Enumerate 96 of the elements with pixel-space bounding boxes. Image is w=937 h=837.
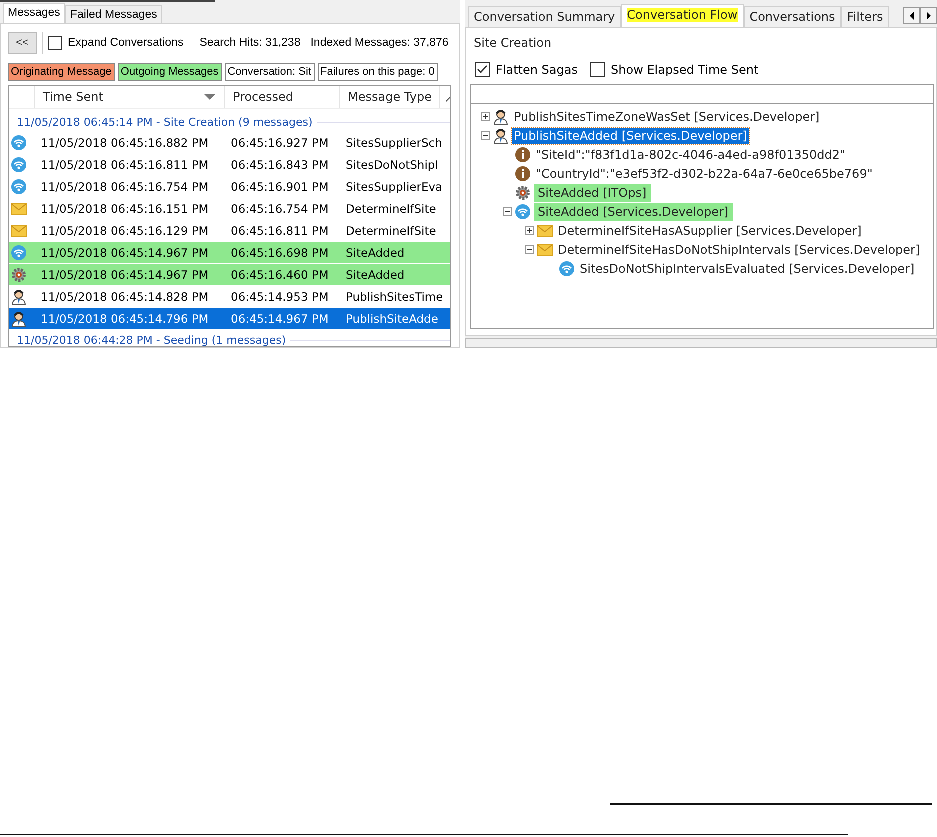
- table-row[interactable]: 11/05/2018 06:45:16.811 PM 06:45:16.843 PM SitesDoNotShipI: [9, 154, 450, 176]
- table-cell-text: 06:45:14.967 PM: [230, 312, 330, 326]
- table-cell-text: 11/05/2018 06:45:14.828 PM: [40, 290, 210, 304]
- tab[interactable]: Conversations: [744, 6, 842, 27]
- info-icon: [515, 166, 531, 182]
- column-header[interactable]: Processed: [225, 86, 340, 108]
- tree-node[interactable]: PublishSiteAdded [Services.Developer]: [512, 128, 750, 144]
- tree-node[interactable]: SiteAdded [Services.Developer]: [534, 202, 733, 220]
- tab[interactable]: Failed Messages: [65, 5, 162, 23]
- checkbox[interactable]: [48, 36, 62, 50]
- table-row[interactable]: 11/05/2018 06:45:14.796 PM 06:45:14.967 PM PublishSiteAdde: [9, 308, 450, 330]
- expand-icon[interactable]: [481, 112, 490, 121]
- scroll-left-button[interactable]: [903, 7, 920, 24]
- sort-icon: [204, 94, 216, 100]
- conversation-title: Site Creation: [474, 36, 553, 50]
- table-cell-text: SiteAdded: [345, 246, 406, 260]
- table-row[interactable]: 11/05/2018 06:45:14.967 PM 06:45:16.460 PM SiteAdded: [9, 264, 450, 286]
- search-hits: Search Hits: 31,238: [200, 37, 301, 49]
- table-cell-text: 11/05/2018 06:45:14.967 PM: [40, 246, 210, 260]
- tree-node[interactable]: "CountryId":"e3ef53f2-d302-b22a-64a7-6e0ce65be769": [534, 166, 875, 182]
- table-row[interactable]: 11/05/2018 06:45:14.967 PM 06:45:16.698 PM SiteAdded: [9, 242, 450, 264]
- person-icon: [493, 128, 509, 144]
- envelope-icon: [537, 242, 553, 258]
- person-icon: [493, 108, 509, 124]
- gear-icon: [515, 184, 531, 200]
- scroll-right-button[interactable]: [920, 7, 937, 24]
- column-header[interactable]: Message Type: [340, 86, 440, 108]
- person-icon: [11, 288, 27, 304]
- table-cell-text: DetermineIfSite: [345, 224, 438, 238]
- tab[interactable]: Conversation Flow: [621, 4, 744, 27]
- table-cell-text: 11/05/2018 06:45:16.882 PM: [40, 136, 210, 150]
- table-row[interactable]: 11/05/2018 06:45:16.754 PM 06:45:16.901 PM SitesSupplierEva: [9, 176, 450, 198]
- gear-icon: [11, 266, 27, 282]
- tab[interactable]: Conversation Summary: [468, 6, 622, 27]
- table-cell-text: 06:45:16.843 PM: [230, 158, 330, 172]
- tree-node[interactable]: SitesDoNotShipIntervalsEvaluated [Services.Developer]: [578, 260, 917, 276]
- tab[interactable]: Messages: [3, 3, 66, 23]
- table-cell-text: DetermineIfSite: [345, 202, 438, 216]
- table-cell-text: 11/05/2018 06:45:16.129 PM: [40, 224, 210, 238]
- signal-icon: [11, 178, 27, 194]
- table-cell-text: SitesSupplierSch: [345, 136, 442, 150]
- tab[interactable]: Filters: [841, 6, 890, 27]
- table-cell-text: 11/05/2018 06:45:16.754 PM: [40, 180, 210, 194]
- signal-icon: [11, 134, 27, 150]
- checkbox[interactable]: [475, 62, 490, 77]
- legend-label: Originating Message: [8, 63, 115, 81]
- right-arrow-icon: [926, 12, 932, 20]
- expand-icon[interactable]: [525, 226, 534, 235]
- table-cell-text: 11/05/2018 06:45:16.811 PM: [40, 158, 210, 172]
- table-cell-text: 11/05/2018 06:45:16.151 PM: [40, 202, 210, 216]
- table-cell-text: SitesDoNotShipI: [345, 158, 440, 172]
- signal-icon: [11, 244, 27, 260]
- tree-node[interactable]: "SiteId":"f83f1d1a-802c-4046-a4ed-a98f01350dd2": [534, 146, 848, 162]
- checkbox-label: Expand Conversations: [68, 37, 184, 49]
- person-icon: [11, 310, 27, 326]
- envelope-icon: [11, 200, 27, 216]
- collapse-icon[interactable]: [503, 207, 512, 216]
- table-cell-text: 11/05/2018 06:45:14.967 PM: [40, 268, 210, 282]
- legend-label: Failures on this page: 0: [318, 63, 438, 81]
- info-icon: [515, 146, 531, 162]
- checkbox[interactable]: [590, 62, 605, 77]
- envelope-icon: [537, 222, 553, 238]
- table-cell-text: 06:45:16.811 PM: [230, 224, 330, 238]
- indexed-count: Indexed Messages: 37,876: [310, 37, 449, 49]
- signal-icon: [559, 260, 575, 276]
- column-header[interactable]: Time Sent: [35, 86, 225, 108]
- tree-node[interactable]: DetermineIfSiteHasDoNotShipIntervals [Services.Developer]: [556, 242, 922, 258]
- checkbox-label: Show Elapsed Time Sent: [611, 62, 759, 76]
- tree-node[interactable]: PublishSitesTimeZoneWasSet [Services.Developer]: [512, 108, 822, 124]
- table-cell-text: 06:45:16.927 PM: [230, 136, 330, 150]
- table-cell-text: PublishSiteAdde: [345, 312, 440, 326]
- envelope-icon: [11, 222, 27, 238]
- table-cell-text: 06:45:16.698 PM: [230, 246, 330, 260]
- collapse-button[interactable]: <<: [8, 32, 37, 54]
- checkbox-label: Flatten Sagas: [496, 62, 578, 76]
- table-cell-text: 06:45:16.460 PM: [230, 268, 330, 282]
- group-header[interactable]: 11/05/2018 06:44:28 PM - Seeding (1 messages): [17, 334, 286, 346]
- table-cell-text: SitesSupplierEva: [345, 180, 442, 194]
- signal-icon: [515, 204, 531, 220]
- legend-label: Outgoing Messages: [118, 63, 222, 81]
- table-cell-text: 06:45:16.901 PM: [230, 180, 330, 194]
- table-row[interactable]: 11/05/2018 06:45:16.882 PM 06:45:16.927 PM SitesSupplierSch: [9, 132, 450, 154]
- table-cell-text: 06:45:14.953 PM: [230, 290, 330, 304]
- table-row[interactable]: 11/05/2018 06:45:16.151 PM 06:45:16.754 PM DetermineIfSite: [9, 198, 450, 220]
- legend-label: Conversation: Sit: [224, 63, 314, 81]
- tree-node[interactable]: DetermineIfSiteHasASupplier [Services.Developer]: [556, 222, 864, 238]
- table-cell-text: 06:45:16.754 PM: [230, 202, 330, 216]
- left-arrow-icon: [908, 12, 914, 20]
- group-header[interactable]: 11/05/2018 06:45:14 PM - Site Creation (9 messages): [17, 116, 313, 128]
- filter-field[interactable]: [470, 84, 934, 104]
- signal-icon: [11, 156, 27, 172]
- table-cell-text: SiteAdded: [345, 268, 406, 282]
- tree-node[interactable]: SiteAdded [ITOps]: [534, 184, 651, 202]
- table-cell-text: 11/05/2018 06:45:14.796 PM: [40, 312, 210, 326]
- collapse-icon[interactable]: [481, 131, 490, 140]
- collapse-icon[interactable]: [525, 245, 534, 254]
